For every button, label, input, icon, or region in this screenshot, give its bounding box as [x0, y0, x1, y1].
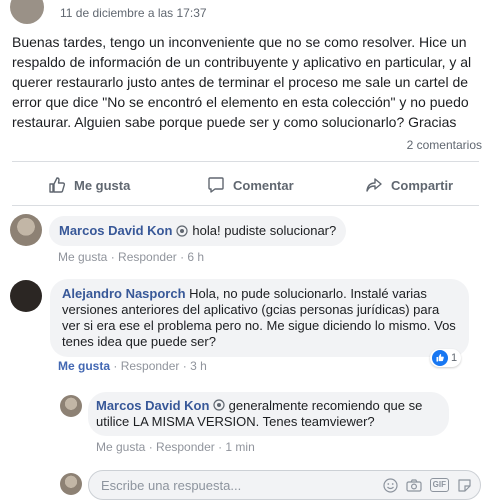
comment-reply-link[interactable]: Responder [121, 359, 180, 373]
comment-button[interactable]: Comentar [207, 176, 294, 194]
like-label: Me gusta [74, 177, 131, 193]
comment-meta: Me gusta · Responder · 3 h [58, 359, 207, 373]
comment-bubble: Marcos David Kon generalmente recomiendo… [88, 392, 449, 436]
post-text: Buenas tardes, tengo un inconveniente qu… [12, 34, 472, 130]
comment-text: hola! pudiste solucionar? [192, 223, 337, 238]
share-icon [366, 178, 382, 192]
thumbs-up-icon [49, 177, 66, 193]
comment-reply-link[interactable]: Responder [156, 440, 215, 454]
reaction-count[interactable]: 1 [430, 349, 462, 367]
post-author-avatar[interactable] [10, 0, 44, 24]
comment-author[interactable]: Alejandro Nasporch [62, 286, 186, 301]
verified-badge-icon [176, 225, 189, 237]
share-button[interactable]: Compartir [365, 176, 453, 194]
comment-avatar[interactable] [10, 214, 42, 246]
reaction-count-value: 1 [451, 352, 458, 364]
comment-bubble: Alejandro Nasporch Hola, no pude solucio… [50, 279, 469, 357]
emoji-icon[interactable] [383, 477, 398, 493]
comment-like-link[interactable]: Me gusta [96, 440, 145, 454]
reply-input-placeholder: Escribe una respuesta... [101, 477, 242, 493]
like-reaction-icon [432, 350, 448, 366]
comment-author[interactable]: Marcos David Kon [59, 223, 172, 239]
sticker-icon[interactable] [457, 478, 472, 493]
comment-count[interactable]: 2 comentarios [407, 138, 482, 152]
comment-avatar[interactable] [10, 280, 42, 312]
comment-avatar[interactable] [60, 395, 82, 417]
comment-bubble: Marcos David Kon hola! pudiste soluciona… [49, 216, 347, 246]
comment-like-link[interactable]: Me gusta [58, 359, 110, 373]
gif-icon[interactable]: GIF [429, 478, 449, 492]
like-button[interactable]: Me gusta [48, 176, 130, 194]
comment-time[interactable]: 6 h [187, 250, 204, 264]
camera-icon[interactable] [406, 478, 422, 493]
divider [12, 205, 479, 206]
comment-time[interactable]: 1 min [225, 440, 254, 454]
comment-time[interactable]: 3 h [190, 359, 207, 373]
comment-author[interactable]: Marcos David Kon [96, 398, 209, 413]
verified-badge-icon [213, 399, 225, 411]
post-date[interactable]: 11 de diciembre a las 17:37 [60, 6, 207, 20]
comment-meta: Me gusta · Responder · 1 min [96, 440, 255, 454]
current-user-avatar[interactable] [60, 473, 82, 495]
comment-label: Comentar [233, 177, 294, 193]
comment-meta: Me gusta · Responder · 6 h [58, 250, 205, 264]
comment-icon [208, 177, 224, 193]
reply-input[interactable]: Escribe una respuesta... GIF [88, 470, 481, 500]
comment-like-link[interactable]: Me gusta [58, 250, 107, 264]
divider [12, 161, 479, 162]
share-label: Compartir [391, 177, 454, 193]
comment-reply-link[interactable]: Responder [118, 250, 177, 264]
